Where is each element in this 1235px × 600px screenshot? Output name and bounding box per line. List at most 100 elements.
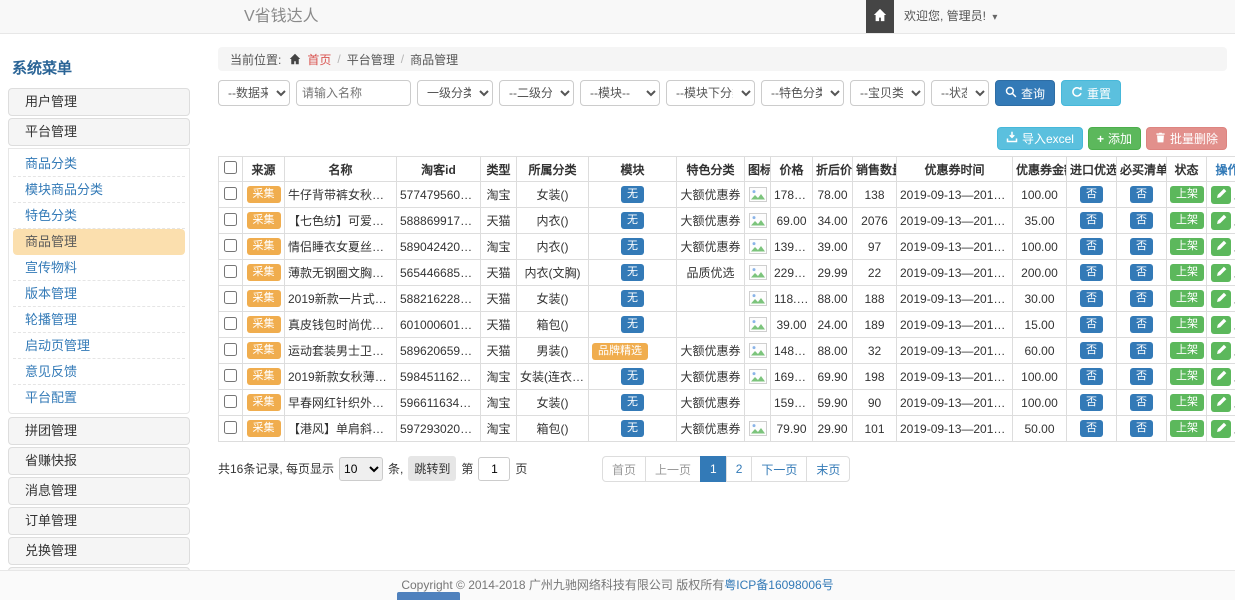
home-icon: [873, 8, 887, 25]
batch-delete-button[interactable]: 批量删除: [1146, 127, 1227, 150]
filter-select-3[interactable]: --二级分类--: [499, 80, 574, 106]
edit-button[interactable]: [1211, 368, 1231, 386]
row-checkbox[interactable]: [224, 317, 237, 330]
filter-select-2[interactable]: 一级分类: [417, 80, 493, 106]
import-select-badge[interactable]: 否: [1080, 238, 1103, 255]
must-buy-badge[interactable]: 否: [1130, 264, 1153, 281]
must-buy-badge[interactable]: 否: [1130, 316, 1153, 333]
sidebar-section-消息管理[interactable]: 消息管理: [8, 477, 190, 505]
sidebar-item-特色分类[interactable]: 特色分类: [13, 203, 185, 229]
sidebar-section-平台管理[interactable]: 平台管理: [8, 118, 190, 146]
status-badge[interactable]: 上架: [1170, 342, 1204, 359]
add-button[interactable]: + 添加: [1088, 127, 1141, 150]
sidebar-item-轮播管理[interactable]: 轮播管理: [13, 307, 185, 333]
import-select-badge[interactable]: 否: [1080, 368, 1103, 385]
select-all-checkbox[interactable]: [224, 161, 237, 174]
sidebar-item-商品管理[interactable]: 商品管理: [13, 229, 185, 255]
import-select-badge[interactable]: 否: [1080, 316, 1103, 333]
must-buy-badge[interactable]: 否: [1130, 342, 1153, 359]
row-checkbox[interactable]: [224, 343, 237, 356]
import-select-badge[interactable]: 否: [1080, 264, 1103, 281]
edit-button[interactable]: [1211, 342, 1231, 360]
status-badge[interactable]: 上架: [1170, 368, 1204, 385]
import-select-badge[interactable]: 否: [1080, 420, 1103, 437]
import-select-badge[interactable]: 否: [1080, 212, 1103, 229]
must-buy-badge[interactable]: 否: [1130, 186, 1153, 203]
jump-page-input[interactable]: [478, 457, 510, 481]
edit-button[interactable]: [1211, 316, 1231, 334]
row-checkbox[interactable]: [224, 421, 237, 434]
status-badge[interactable]: 上架: [1170, 394, 1204, 411]
import-excel-button[interactable]: 导入excel: [997, 127, 1083, 150]
filter-select-6[interactable]: --特色分类--: [761, 80, 844, 106]
row-checkbox[interactable]: [224, 213, 237, 226]
table-row: 采集 情侣睡衣女夏丝绸男士... 589042420344 淘宝 内衣() 无 …: [219, 234, 1235, 260]
row-checkbox[interactable]: [224, 265, 237, 278]
must-buy-badge[interactable]: 否: [1130, 394, 1153, 411]
status-badge[interactable]: 上架: [1170, 186, 1204, 203]
row-checkbox[interactable]: [224, 395, 237, 408]
sidebar-section-订单管理[interactable]: 订单管理: [8, 507, 190, 535]
sidebar-item-平台配置[interactable]: 平台配置: [13, 385, 185, 411]
must-buy-badge[interactable]: 否: [1130, 212, 1153, 229]
page-size-select[interactable]: 10: [339, 457, 383, 481]
status-badge[interactable]: 上架: [1170, 290, 1204, 307]
edit-button[interactable]: [1211, 186, 1231, 204]
sidebar-section-兑换管理[interactable]: 兑换管理: [8, 537, 190, 565]
reset-button[interactable]: 重置: [1061, 80, 1121, 106]
sidebar-section-拼团管理[interactable]: 拼团管理: [8, 417, 190, 445]
sidebar-item-模块商品分类[interactable]: 模块商品分类: [13, 177, 185, 203]
user-menu[interactable]: 欢迎您, 管理员! ▾: [904, 0, 997, 34]
filter-select-8[interactable]: --状态--: [931, 80, 989, 106]
must-buy-badge[interactable]: 否: [1130, 420, 1153, 437]
row-checkbox[interactable]: [224, 291, 237, 304]
edit-button[interactable]: [1211, 394, 1231, 412]
must-buy-badge[interactable]: 否: [1130, 368, 1153, 385]
status-badge[interactable]: 上架: [1170, 238, 1204, 255]
status-badge[interactable]: 上架: [1170, 264, 1204, 281]
status-badge[interactable]: 上架: [1170, 316, 1204, 333]
must-buy-badge[interactable]: 否: [1130, 238, 1153, 255]
search-button[interactable]: 查询: [995, 80, 1055, 106]
page-button-2[interactable]: 2: [726, 456, 753, 482]
import-select-badge[interactable]: 否: [1080, 394, 1103, 411]
must-buy-badge[interactable]: 否: [1130, 290, 1153, 307]
row-checkbox[interactable]: [224, 187, 237, 200]
row-checkbox[interactable]: [224, 369, 237, 382]
edit-button[interactable]: [1211, 212, 1231, 230]
status-badge[interactable]: 上架: [1170, 212, 1204, 229]
jump-button[interactable]: 跳转到: [408, 456, 456, 481]
filter-select-4[interactable]: --模块--: [580, 80, 660, 106]
breadcrumb-home-link[interactable]: 首页: [307, 51, 331, 68]
sidebar-item-商品分类[interactable]: 商品分类: [13, 151, 185, 177]
sidebar-item-版本管理[interactable]: 版本管理: [13, 281, 185, 307]
edit-button[interactable]: [1211, 238, 1231, 256]
edit-button[interactable]: [1211, 420, 1231, 438]
product-image-icon: [749, 369, 767, 384]
edit-button[interactable]: [1211, 264, 1231, 282]
sidebar-section-省赚快报[interactable]: 省赚快报: [8, 447, 190, 475]
edit-button[interactable]: [1211, 290, 1231, 308]
page-button-下一页[interactable]: 下一页: [751, 456, 807, 482]
sidebar-item-宣传物料[interactable]: 宣传物料: [13, 255, 185, 281]
page-button-首页[interactable]: 首页: [602, 456, 646, 482]
sidebar-item-启动页管理[interactable]: 启动页管理: [13, 333, 185, 359]
icp-link[interactable]: 粤ICP备16098006号: [724, 578, 833, 592]
row-checkbox[interactable]: [224, 239, 237, 252]
filter-select-7[interactable]: --宝贝类型--: [850, 80, 925, 106]
sidebar-section-用户管理[interactable]: 用户管理: [8, 88, 190, 116]
page-button-上一页[interactable]: 上一页: [645, 456, 701, 482]
sidebar-item-意见反馈[interactable]: 意见反馈: [13, 359, 185, 385]
status-badge[interactable]: 上架: [1170, 420, 1204, 437]
page-button-1[interactable]: 1: [700, 456, 727, 482]
home-button[interactable]: [866, 0, 894, 33]
product-name: 情侣睡衣女夏丝绸男士...: [285, 234, 397, 260]
import-select-badge[interactable]: 否: [1080, 342, 1103, 359]
filter-select-5[interactable]: --模块下分类--: [666, 80, 755, 106]
import-select-badge[interactable]: 否: [1080, 290, 1103, 307]
column-header-所属分类: 所属分类: [517, 157, 589, 182]
import-select-badge[interactable]: 否: [1080, 186, 1103, 203]
name-search-input[interactable]: [296, 80, 411, 106]
filter-select-0[interactable]: --数据来源--: [218, 80, 290, 106]
page-button-末页[interactable]: 末页: [806, 456, 850, 482]
